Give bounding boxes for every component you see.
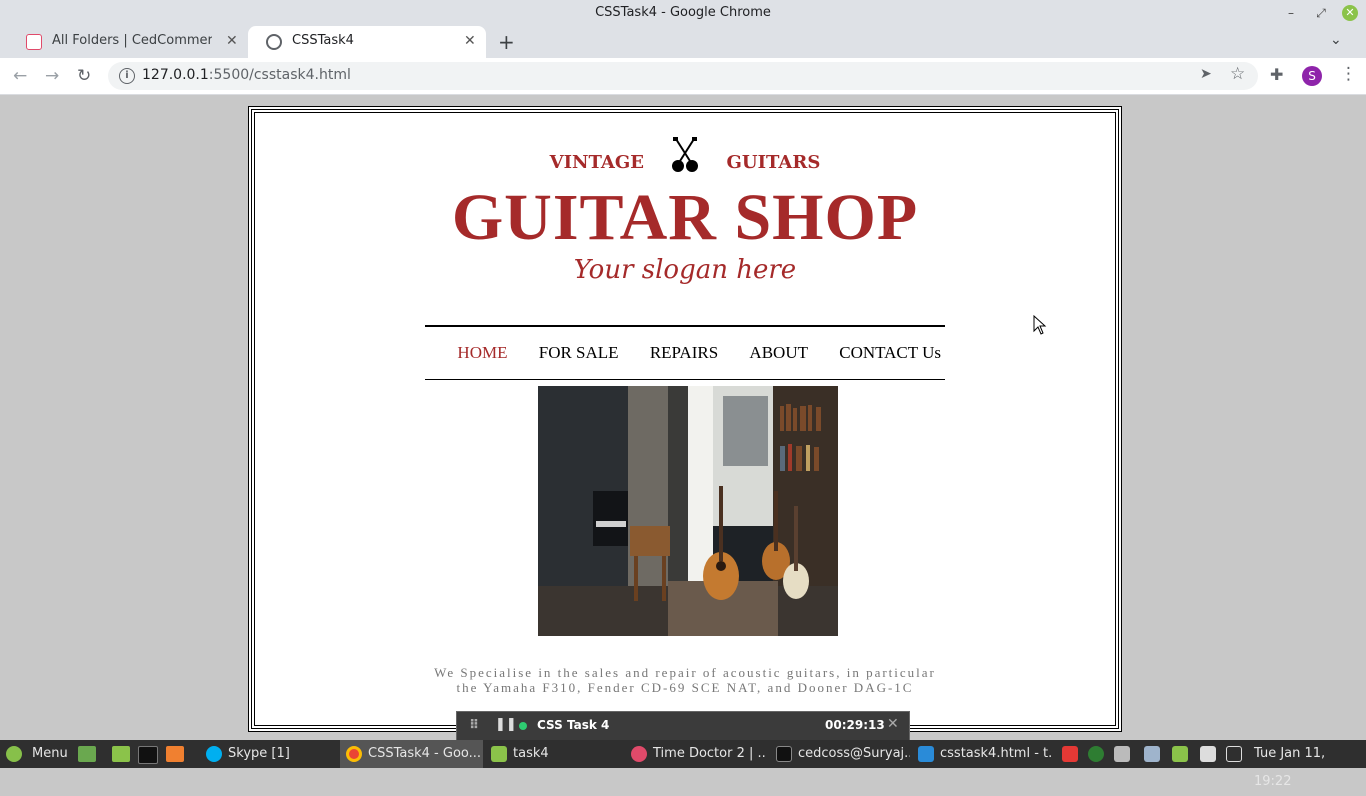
taskbar-item-timedoctor[interactable]: Time Doctor 2 | ... [625,740,765,768]
slogan-text: Your slogan here [573,255,797,285]
volume-icon[interactable] [1114,746,1130,762]
nav-home-link[interactable]: HOME [457,343,507,363]
clock[interactable]: Tue Jan 11, 19:22 [1254,740,1366,796]
notifications-icon[interactable] [1226,746,1242,762]
brand-line: VINTAGE GUITARS [252,137,1118,173]
tracker-timer: 00:29:13 [825,718,885,732]
globe-favicon-icon [266,34,282,50]
page-title: GUITAR SHOP [451,181,919,254]
chrome-icon [346,746,362,762]
nav-repairs-link[interactable]: REPAIRS [650,343,718,363]
brand-left: VINTAGE [549,152,644,173]
time-tracker-widget[interactable]: ⠿ ❚❚ CSS Task 4 00:29:13 ✕ [456,711,910,741]
taskbar-item-label: Skype [1] [228,746,290,761]
guitar-room-photo [538,386,838,636]
browser-menu-icon[interactable]: ⋮ [1340,64,1357,84]
start-menu-button[interactable]: Menu [6,740,72,768]
taskbar-item-vscode[interactable]: csstask4.html - t... [912,740,1052,768]
back-button[interactable]: ← [13,66,27,86]
files-launcher-icon[interactable] [112,746,130,762]
taskbar-item-chrome[interactable]: CSSTask4 - Goo... [340,740,483,768]
shield-icon[interactable] [1144,746,1160,762]
terminal-launcher-icon[interactable] [138,746,158,764]
window-title: CSSTask4 - Google Chrome [595,5,771,20]
clickup-favicon-icon [26,34,42,50]
folder-icon [491,746,507,762]
taskbar-item-label: cedcoss@Suryaj... [798,746,910,761]
main-nav: HOME FOR SALE REPAIRS ABOUT CONTACT Us [425,325,945,380]
anydesk-icon[interactable] [1062,746,1078,762]
tab-close-icon[interactable]: ✕ [226,33,238,49]
taskbar-item-task4[interactable]: task4 [485,740,620,768]
mint-logo-icon [6,746,22,762]
nav-for-sale-link[interactable]: FOR SALE [539,343,619,363]
crossed-guitars-icon [672,137,699,172]
tab-search-icon[interactable]: ⌄ [1330,32,1342,48]
tab-cedcommerce[interactable]: All Folders | CedCommerce (L ✕ [8,26,246,58]
recording-status-dot [519,722,527,730]
bookmark-star-icon[interactable]: ☆ [1230,64,1245,84]
url-path: :5500/csstask4.html [208,67,351,83]
vscode-icon [918,746,934,762]
maximize-button[interactable]: ⤢ [1311,3,1331,23]
taskbar-item-terminal[interactable]: cedcoss@Suryaj... [770,740,910,768]
system-tray [1062,740,1252,768]
close-window-button[interactable]: ✕ [1342,5,1358,21]
info-icon[interactable]: i [119,68,135,84]
brand-right: GUITARS [726,152,821,173]
nav-about-link[interactable]: ABOUT [749,343,808,363]
url-text[interactable]: 127.0.0.1:5500/csstask4.html [142,67,351,83]
taskbar-item-label: CSSTask4 - Goo... [368,746,482,761]
extensions-icon[interactable]: ✚ [1270,65,1283,84]
warning-icon[interactable] [1200,746,1216,762]
tab-label: All Folders | CedCommerce (L [52,33,212,48]
update-manager-icon[interactable] [1172,746,1188,762]
taskbar-item-label: task4 [513,746,549,761]
pause-button[interactable]: ❚❚ [495,717,517,732]
show-desktop-icon[interactable] [78,746,96,762]
address-bar[interactable]: i 127.0.0.1:5500/csstask4.html ➤ ☆ [108,62,1258,90]
firefox-launcher-icon[interactable] [166,746,184,762]
tracker-close-button[interactable]: ✕ [887,716,899,732]
update-check-icon[interactable] [1088,746,1104,762]
reload-button[interactable]: ↻ [77,66,91,86]
drag-handle-icon[interactable]: ⠿ [469,718,479,733]
timedoctor-icon [631,746,647,762]
menu-label: Menu [32,746,68,761]
description-text: We Specialise in the sales and repair of… [434,665,936,695]
forward-button[interactable]: → [45,66,59,86]
tab-csstask4[interactable]: CSSTask4 ✕ [248,26,486,58]
terminal-icon [776,746,792,762]
window-titlebar: CSSTask4 - Google Chrome – ⤢ ✕ [0,0,1366,26]
skype-icon [206,746,222,762]
tracker-task-title: CSS Task 4 [537,718,610,732]
taskbar-item-skype[interactable]: Skype [1] [200,740,330,768]
url-host: 127.0.0.1 [142,67,209,83]
send-icon[interactable]: ➤ [1200,66,1212,82]
tab-close-icon[interactable]: ✕ [464,33,476,49]
os-taskbar: Menu Skype [1] CSSTask4 - Goo... task4 T… [0,740,1366,789]
taskbar-item-label: Time Doctor 2 | ... [653,746,765,761]
minimize-button[interactable]: – [1281,3,1301,23]
profile-avatar[interactable]: S [1302,66,1322,86]
page-frame: VINTAGE GUITARS GUITAR SHOP Your slogan … [248,106,1122,732]
new-tab-button[interactable]: + [498,30,515,54]
page-viewport: VINTAGE GUITARS GUITAR SHOP Your slogan … [0,95,1366,740]
browser-toolbar: ← → ↻ i 127.0.0.1:5500/csstask4.html ➤ ☆… [0,58,1366,95]
mouse-cursor-icon [1033,315,1047,335]
nav-contact-link[interactable]: CONTACT Us [839,343,941,363]
taskbar-item-label: csstask4.html - t... [940,746,1052,761]
tab-strip: All Folders | CedCommerce (L ✕ CSSTask4 … [0,26,1366,58]
tab-label: CSSTask4 [292,33,354,48]
